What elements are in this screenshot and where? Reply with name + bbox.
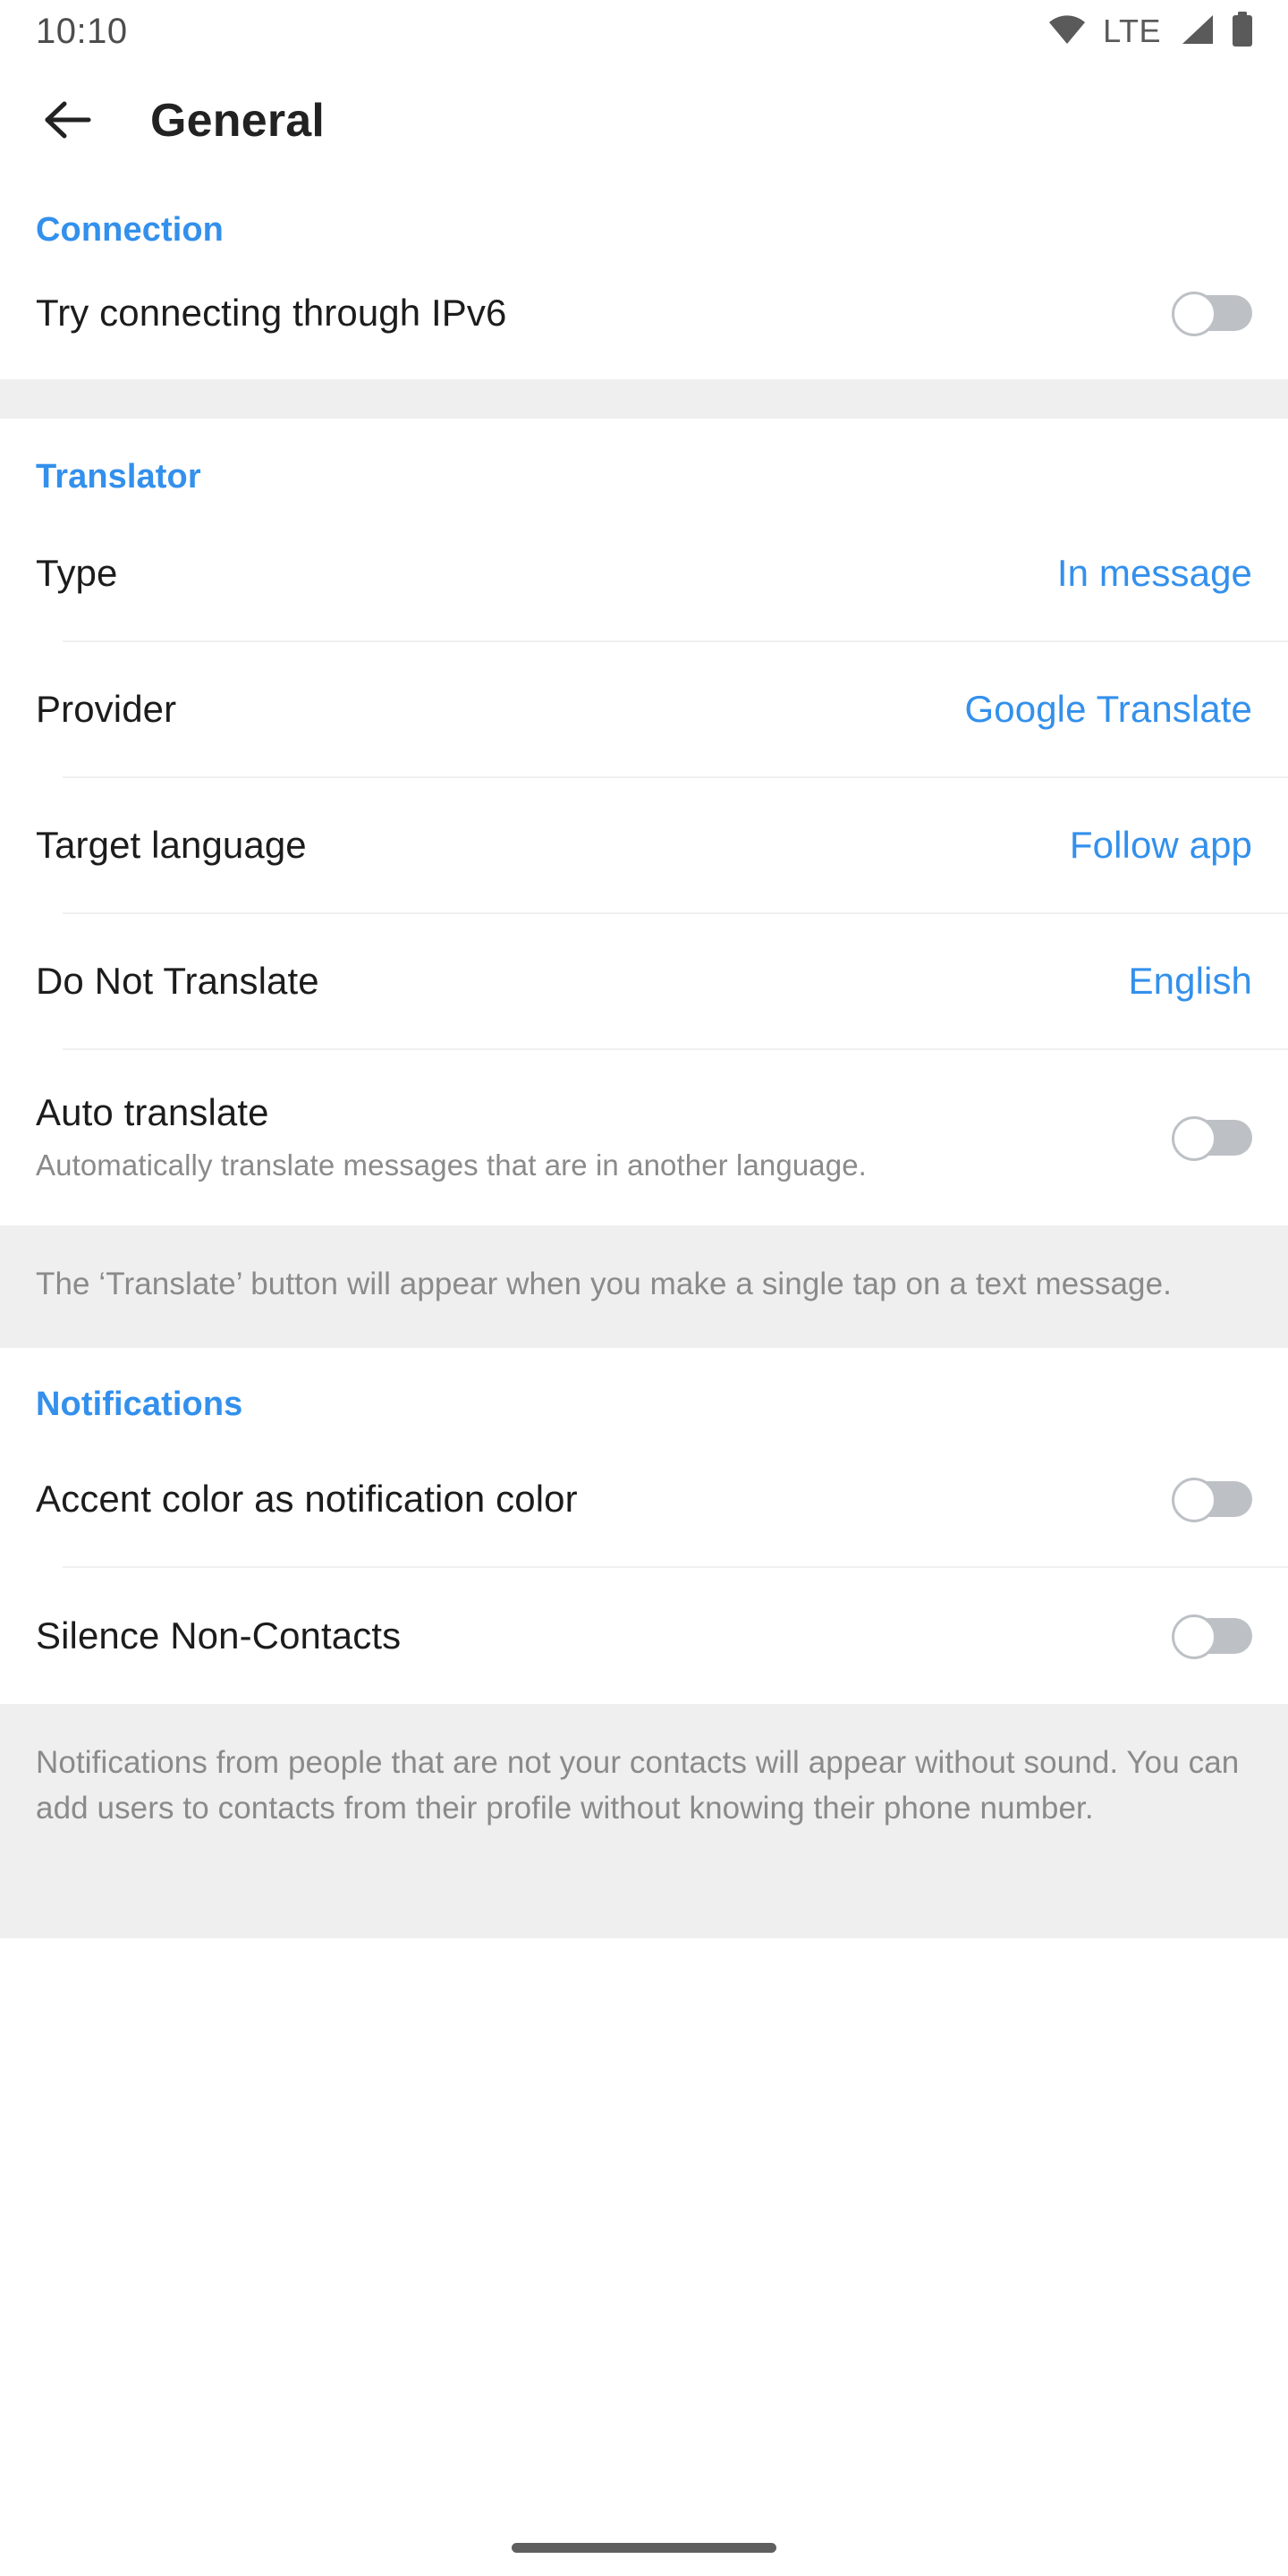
- toggle-thumb: [1172, 1478, 1216, 1523]
- row-value: Follow app: [1069, 824, 1252, 867]
- row-value: In message: [1056, 552, 1252, 595]
- row-label: Auto translate: [36, 1091, 269, 1134]
- row-target-language[interactable]: Target language Follow app: [0, 778, 1288, 912]
- row-label: Silence Non-Contacts: [36, 1614, 402, 1657]
- settings-content: Connection Try connecting through IPv6 T…: [0, 179, 1288, 1939]
- status-icon-group: LTE: [1047, 11, 1254, 52]
- battery-icon: [1231, 11, 1254, 52]
- row-do-not-translate[interactable]: Do Not Translate English: [0, 914, 1288, 1048]
- row-provider[interactable]: Provider Google Translate: [0, 642, 1288, 776]
- network-type-label: LTE: [1103, 13, 1161, 49]
- back-arrow-icon: [45, 99, 91, 143]
- row-label: Do Not Translate: [36, 960, 319, 1003]
- row-label: Accent color as notification color: [36, 1478, 578, 1521]
- row-label: Try connecting through IPv6: [36, 292, 507, 335]
- toggle-thumb: [1172, 1116, 1216, 1161]
- section-separator-band-1: [0, 379, 1288, 419]
- toggle-thumb: [1172, 1614, 1216, 1660]
- section-header-notifications: Notifications: [36, 1385, 243, 1424]
- app-bar: General: [0, 63, 1288, 179]
- section-translator: Translator Type In message Provider Goog…: [0, 419, 1288, 1225]
- status-clock: 10:10: [36, 12, 128, 51]
- row-silence-non-contacts[interactable]: Silence Non-Contacts: [0, 1568, 1288, 1704]
- toggle-thumb: [1172, 292, 1216, 336]
- note-text: Notifications from people that are not y…: [36, 1745, 1240, 1826]
- wifi-icon: [1047, 13, 1087, 50]
- toggle-silence-non-contacts[interactable]: [1172, 1614, 1252, 1660]
- settings-screen: 10:10 LTE General Connection Try connect…: [0, 0, 1288, 2576]
- row-accent-color-as-notification-color[interactable]: Accent color as notification color: [0, 1432, 1288, 1566]
- toggle-accent-color-as-notification-color[interactable]: [1172, 1478, 1252, 1523]
- section-header-translator: Translator: [36, 458, 201, 496]
- home-gesture-bar[interactable]: [512, 2543, 776, 2553]
- row-auto-translate[interactable]: Auto translate Automatically translate m…: [0, 1050, 1288, 1225]
- row-label: Target language: [36, 824, 307, 867]
- toggle-auto-translate[interactable]: [1172, 1116, 1252, 1161]
- section-notifications: Notifications Accent color as notificati…: [0, 1348, 1288, 1705]
- note-text: The ‘Translate’ button will appear when …: [36, 1267, 1172, 1301]
- back-button[interactable]: [25, 78, 111, 164]
- row-try-connecting-through-ipv6[interactable]: Try connecting through IPv6: [0, 247, 1288, 379]
- status-bar: 10:10 LTE: [0, 0, 1288, 63]
- row-subtitle: Automatically translate messages that ar…: [36, 1148, 867, 1182]
- section-connection: Connection Try connecting through IPv6: [0, 179, 1288, 379]
- page-title: General: [150, 95, 326, 147]
- row-value: Google Translate: [964, 688, 1252, 731]
- signal-icon: [1177, 13, 1215, 50]
- row-label: Type: [36, 552, 118, 595]
- note-translator: The ‘Translate’ button will appear when …: [0, 1225, 1288, 1349]
- section-header-connection: Connection: [36, 211, 224, 249]
- row-type[interactable]: Type In message: [0, 506, 1288, 640]
- row-label: Provider: [36, 688, 177, 731]
- note-notifications: Notifications from people that are not y…: [0, 1704, 1288, 1939]
- toggle-try-connecting-through-ipv6[interactable]: [1172, 292, 1252, 336]
- row-value: English: [1128, 960, 1252, 1003]
